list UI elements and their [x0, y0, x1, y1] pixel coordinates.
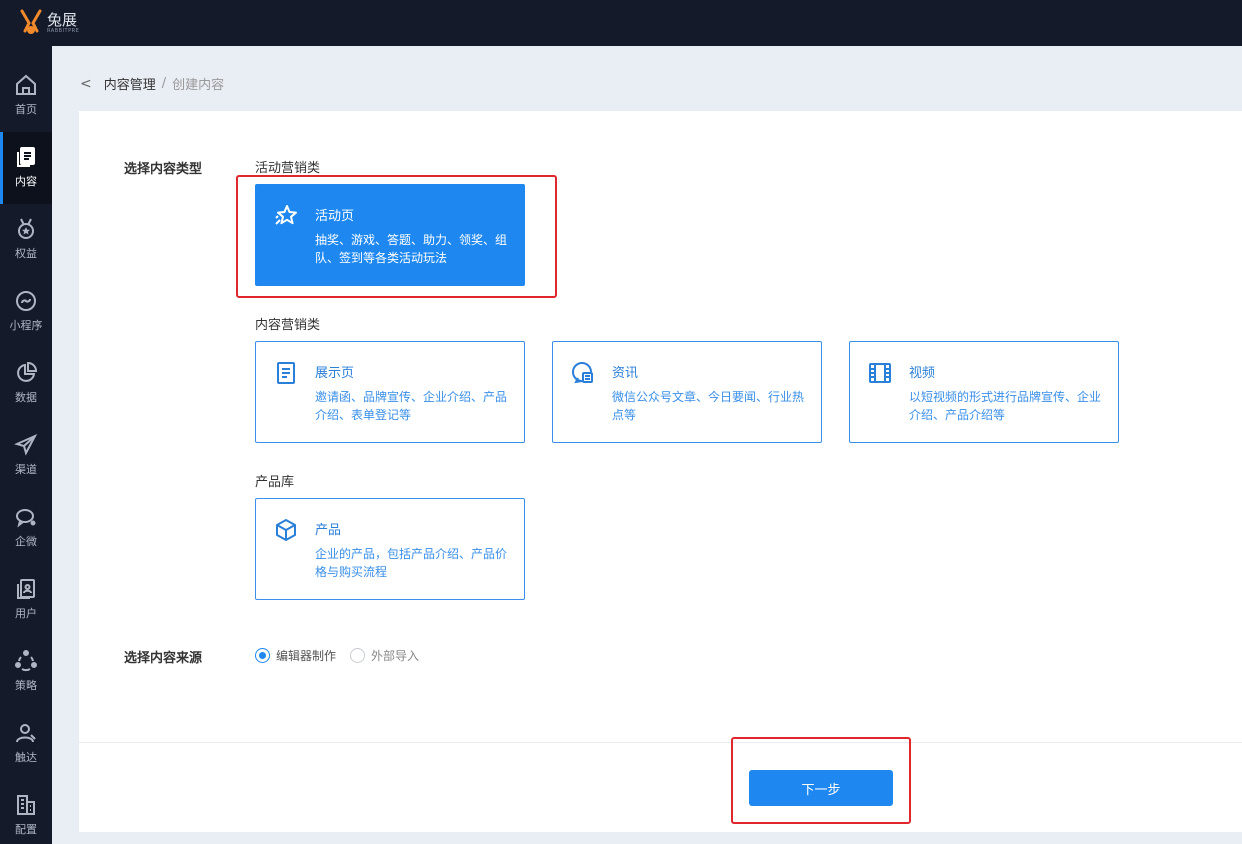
- sidebar-item-label: 配置: [15, 823, 37, 836]
- breadcrumb: < 内容管理 / 创建内容: [80, 74, 225, 94]
- group-title-content: 内容营销类: [255, 318, 321, 333]
- mini-program-icon: [16, 291, 36, 311]
- rabbit-logo-icon: [20, 9, 42, 34]
- next-step-button[interactable]: 下一步: [749, 770, 893, 806]
- sidebar-item-label: 用户: [15, 607, 37, 620]
- card-video[interactable]: 视频 以短视频的形式进行品牌宣传、企业介绍、产品介绍等: [849, 341, 1119, 443]
- strategy-icon: [15, 650, 37, 672]
- brand-name: 兔展: [47, 11, 78, 29]
- sidebar-item-label: 渠道: [15, 463, 37, 476]
- sidebar-item-content[interactable]: 内容: [0, 132, 52, 204]
- medal-icon: [18, 218, 34, 239]
- card-title: 展示页: [315, 366, 355, 381]
- sidebar-item-data[interactable]: 数据: [0, 348, 52, 420]
- sidebar: 首页 内容 权益 小程序 数据 渠道 企微 用户 策略 触达 配置: [0, 46, 52, 844]
- card-desc: 微信公众号文章、今日要闻、行业热点等: [612, 390, 805, 422]
- card-display-page[interactable]: 展示页 邀请函、品牌宣传、企业介绍、产品介绍、表单登记等: [255, 341, 525, 443]
- card-title: 活动页: [315, 209, 355, 224]
- back-chevron-icon[interactable]: <: [80, 76, 92, 92]
- document-icon: [277, 362, 295, 384]
- home-icon: [16, 74, 36, 95]
- footer-divider: [79, 742, 1242, 743]
- sidebar-item-reach[interactable]: 触达: [0, 708, 52, 780]
- card-product[interactable]: 产品 企业的产品，包括产品介绍、产品价格与购买流程: [255, 498, 525, 600]
- brand-sub: RABBITPRE: [47, 28, 80, 34]
- breadcrumb-separator: /: [161, 76, 167, 91]
- breadcrumb-parent[interactable]: 内容管理: [104, 74, 156, 93]
- group-title-product: 产品库: [255, 475, 295, 490]
- sidebar-item-channel[interactable]: 渠道: [0, 420, 52, 492]
- sidebar-item-label: 内容: [15, 175, 37, 188]
- card-title: 视频: [909, 366, 936, 381]
- radio-label: 编辑器制作: [276, 649, 337, 663]
- content-source-radio-group: 编辑器制作 外部导入: [255, 647, 433, 664]
- film-icon: [869, 363, 891, 383]
- radio-editor[interactable]: 编辑器制作: [255, 647, 336, 664]
- content-icon: [17, 147, 35, 167]
- card-title: 资讯: [612, 366, 639, 381]
- sidebar-item-benefits[interactable]: 权益: [0, 204, 52, 276]
- sidebar-item-users[interactable]: 用户: [0, 564, 52, 636]
- chat-icon: [16, 509, 36, 528]
- sidebar-item-label: 权益: [15, 247, 37, 260]
- sidebar-item-mini-program[interactable]: 小程序: [0, 276, 52, 348]
- sidebar-item-label: 策略: [15, 679, 37, 692]
- create-content-panel: 选择内容类型 活动营销类 活动页 抽奖、游戏、答题、助力、领奖、组队、签到等各类…: [79, 111, 1242, 832]
- sidebar-item-config[interactable]: 配置: [0, 780, 52, 844]
- news-icon: [572, 362, 593, 384]
- card-title: 产品: [315, 523, 342, 538]
- radio-label: 外部导入: [371, 649, 420, 663]
- star-icon: [275, 205, 297, 225]
- sidebar-item-label: 小程序: [9, 319, 43, 332]
- group-title-activity: 活动营销类: [255, 161, 321, 176]
- card-desc: 以短视频的形式进行品牌宣传、企业介绍、产品介绍等: [909, 390, 1102, 422]
- brand-logo[interactable]: 兔展 RABBITPRE: [18, 9, 79, 37]
- sidebar-item-label: 首页: [15, 103, 37, 116]
- radio-external-import[interactable]: 外部导入: [350, 647, 419, 664]
- sidebar-item-wecom[interactable]: 企微: [0, 492, 52, 564]
- top-bar: 兔展 RABBITPRE: [0, 0, 1242, 46]
- card-desc: 邀请函、品牌宣传、企业介绍、产品介绍、表单登记等: [315, 390, 508, 422]
- card-news[interactable]: 资讯 微信公众号文章、今日要闻、行业热点等: [552, 341, 822, 443]
- building-icon: [17, 795, 35, 815]
- breadcrumb-current: 创建内容: [172, 78, 225, 93]
- radio-checked-indicator[interactable]: [255, 648, 270, 663]
- cube-icon: [276, 519, 296, 541]
- pie-chart-icon: [17, 361, 38, 382]
- sidebar-item-label: 企微: [15, 535, 37, 548]
- card-desc: 企业的产品，包括产品介绍、产品价格与购买流程: [315, 547, 508, 579]
- user-card-icon: [17, 579, 35, 599]
- sidebar-item-strategy[interactable]: 策略: [0, 636, 52, 708]
- sidebar-item-label: 触达: [15, 751, 37, 764]
- card-activity-page[interactable]: 活动页 抽奖、游戏、答题、助力、领奖、组队、签到等各类活动玩法: [255, 184, 525, 286]
- sidebar-item-home[interactable]: 首页: [0, 60, 52, 132]
- content-source-label: 选择内容来源: [124, 651, 203, 666]
- content-type-label: 选择内容类型: [124, 162, 203, 177]
- card-desc: 抽奖、游戏、答题、助力、领奖、组队、签到等各类活动玩法: [315, 233, 508, 265]
- sidebar-item-label: 数据: [15, 391, 37, 404]
- radio-unchecked-indicator[interactable]: [350, 648, 366, 663]
- reach-user-icon: [16, 724, 36, 743]
- paper-plane-icon: [14, 433, 38, 456]
